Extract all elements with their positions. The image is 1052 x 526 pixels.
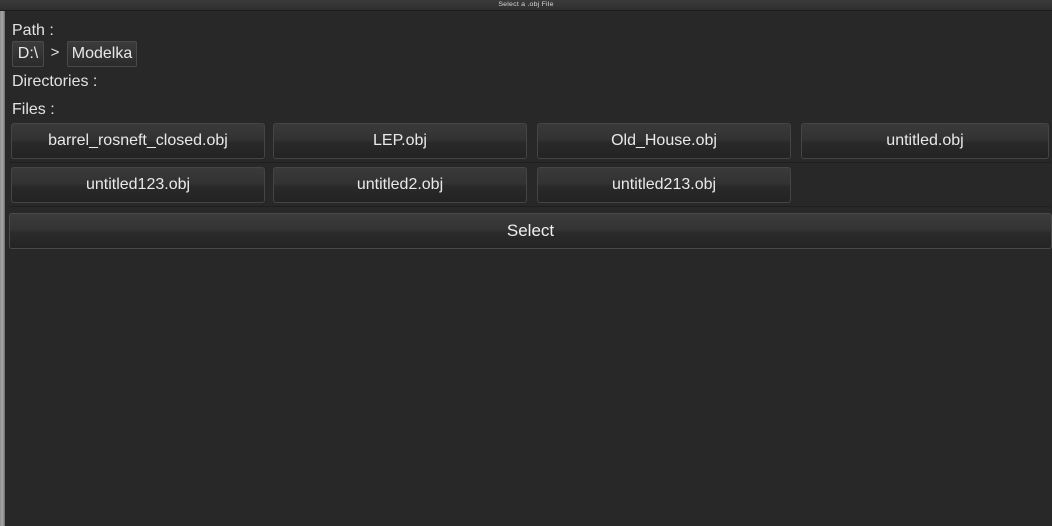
window-title: Select a .obj File	[498, 1, 554, 8]
file-browser-dialog: Select a .obj File Path : D:\ > Modelka …	[0, 0, 1052, 526]
file-cell: untitled213.obj	[535, 163, 793, 207]
directories-label: Directories :	[12, 73, 98, 90]
file-button-untitled213-obj[interactable]: untitled213.obj	[537, 167, 791, 203]
files-row: untitled123.obj untitled2.obj untitled21…	[5, 163, 1052, 207]
select-button-container: Select	[9, 211, 1052, 251]
directories-list	[12, 93, 1052, 95]
file-cell: Old_House.obj	[535, 119, 793, 163]
breadcrumb-separator-icon: >	[50, 44, 60, 61]
file-cell: untitled2.obj	[271, 163, 529, 207]
files-list: barrel_rosneft_closed.obj LEP.obj Old_Ho…	[5, 119, 1052, 207]
file-cell: untitled123.obj	[9, 163, 267, 207]
file-button-untitled123-obj[interactable]: untitled123.obj	[11, 167, 265, 203]
empty-content-area	[5, 253, 1052, 526]
window-body: Path : D:\ > Modelka Directories : Files…	[0, 11, 1052, 526]
files-label: Files :	[12, 101, 55, 118]
file-button-barrel-rosneft-closed-obj[interactable]: barrel_rosneft_closed.obj	[11, 123, 265, 159]
file-button-untitled2-obj[interactable]: untitled2.obj	[273, 167, 527, 203]
file-cell: LEP.obj	[271, 119, 529, 163]
file-button-untitled-obj[interactable]: untitled.obj	[801, 123, 1049, 159]
files-row: barrel_rosneft_closed.obj LEP.obj Old_Ho…	[5, 119, 1052, 163]
file-cell: barrel_rosneft_closed.obj	[9, 119, 267, 163]
breadcrumb-item-modelka[interactable]: Modelka	[67, 41, 137, 67]
breadcrumb-item-drive[interactable]: D:\	[12, 41, 44, 67]
file-button-old-house-obj[interactable]: Old_House.obj	[537, 123, 791, 159]
row-divider	[9, 206, 1051, 207]
dialog-content: Path : D:\ > Modelka Directories : Files…	[5, 11, 1052, 526]
file-cell: untitled.obj	[799, 119, 1051, 163]
select-button[interactable]: Select	[9, 213, 1052, 249]
file-button-lep-obj[interactable]: LEP.obj	[273, 123, 527, 159]
window-titlebar: Select a .obj File	[0, 0, 1052, 11]
path-label: Path :	[12, 22, 54, 39]
